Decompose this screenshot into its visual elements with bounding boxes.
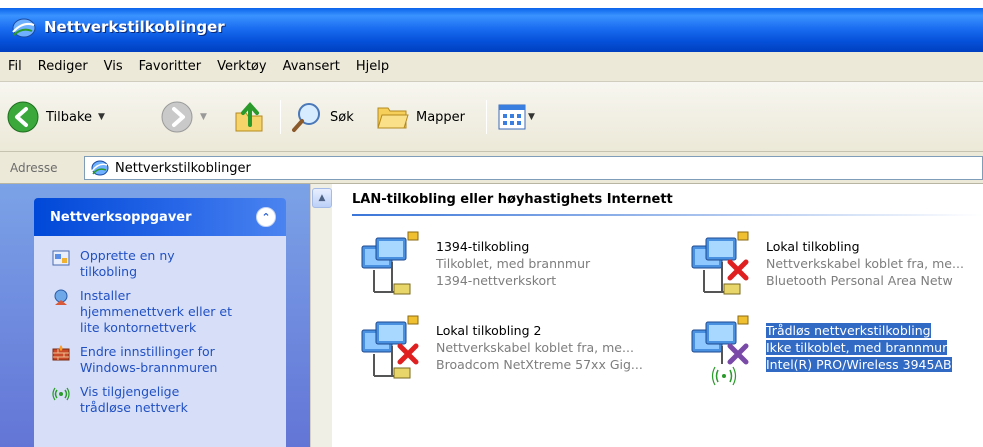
search-icon <box>292 103 320 132</box>
task-label-line: tilkobling <box>80 264 138 279</box>
search-label: Søk <box>330 109 354 125</box>
forward-button[interactable]: ▼ <box>160 97 207 137</box>
network-tasks-body: Opprette en ny tilkobling Installer hjem… <box>34 236 286 447</box>
back-dropdown-icon[interactable]: ▼ <box>98 112 105 122</box>
lan-connection-icon <box>361 231 419 295</box>
folders-icon <box>377 107 409 129</box>
views-icon <box>498 104 526 130</box>
connection-device: 1394-nettverkskort <box>436 273 557 288</box>
task-pane: Nettverksoppgaver ⌃ Opprette en ny tilko… <box>0 184 310 447</box>
connection-wireless[interactable]: Trådløs nettverkstilkobling Ikke tilkobl… <box>684 314 983 386</box>
network-tasks-title: Nettverksoppgaver <box>50 209 192 225</box>
address-label: Adresse <box>10 161 58 175</box>
task-view-wireless[interactable]: Vis tilgjengelige trådløse nettverk <box>34 384 286 416</box>
connection-device: Bluetooth Personal Area Netw <box>766 273 953 288</box>
scroll-up-arrow-icon[interactable]: ▲ <box>312 188 332 208</box>
connection-status: Tilkoblet, med brannmur <box>436 256 591 271</box>
network-connections-icon <box>91 160 109 176</box>
connection-text: Lokal tilkobling 2 Nettverkskabel koblet… <box>436 322 643 373</box>
menu-fil[interactable]: Fil <box>0 52 30 82</box>
forward-arrow-icon <box>161 101 193 133</box>
wireless-connection-icon <box>691 315 749 386</box>
connection-1394[interactable]: 1394-tilkobling Tilkoblet, med brannmur … <box>354 230 664 302</box>
task-home-network-label: Installer hjemmenettverk eller et lite k… <box>80 288 232 336</box>
toolbar-separator <box>280 100 281 134</box>
task-firewall-settings[interactable]: Endre innstillinger for Windows-brannmur… <box>34 344 286 376</box>
menu-hjelp[interactable]: Hjelp <box>348 52 397 82</box>
task-label-line: hjemmenettverk eller et <box>80 304 233 319</box>
group-divider <box>352 214 983 216</box>
address-input[interactable]: Nettverkstilkoblinger <box>84 156 983 180</box>
lan-disconnected-icon <box>361 315 419 379</box>
lan-disconnected-icon <box>691 231 749 295</box>
back-button[interactable]: Tilbake ▼ <box>6 97 105 137</box>
task-label-line: Windows-brannmuren <box>80 360 218 375</box>
address-bar: Adresse Nettverkstilkoblinger <box>0 152 983 184</box>
wireless-signal-icon <box>52 387 70 401</box>
task-create-connection[interactable]: Opprette en ny tilkobling <box>34 248 286 280</box>
connection-lokal[interactable]: Lokal tilkobling Nettverkskabel koblet f… <box>684 230 983 302</box>
views-button[interactable]: ▼ <box>498 97 535 137</box>
menu-verktoy[interactable]: Verktøy <box>209 52 275 82</box>
connection-name: Trådløs nettverkstilkobling <box>766 323 931 338</box>
connection-name: Lokal tilkobling 2 <box>436 323 542 338</box>
task-create-connection-label: Opprette en ny tilkobling <box>80 248 175 280</box>
task-label-line: Vis tilgjengelige <box>80 384 180 399</box>
title-bar[interactable]: Nettverkstilkoblinger <box>0 0 983 52</box>
menu-vis[interactable]: Vis <box>96 52 131 82</box>
window-title: Nettverkstilkoblinger <box>44 18 225 36</box>
connection-status: Ikke tilkoblet, med brannmur <box>766 340 948 355</box>
back-label: Tilbake <box>46 109 93 125</box>
connection-text: Lokal tilkobling Nettverkskabel koblet f… <box>766 238 964 289</box>
back-arrow-icon <box>7 101 39 133</box>
firewall-icon <box>52 345 70 361</box>
connection-lokal-2[interactable]: Lokal tilkobling 2 Nettverkskabel koblet… <box>354 314 684 386</box>
network-tasks-group: Nettverksoppgaver ⌃ Opprette en ny tilko… <box>34 198 286 447</box>
task-home-network[interactable]: Installer hjemmenettverk eller et lite k… <box>34 288 286 336</box>
toolbar-separator <box>486 100 487 134</box>
connection-device: Broadcom NetXtreme 57xx Gig... <box>436 357 643 372</box>
connection-text: 1394-tilkobling Tilkoblet, med brannmur … <box>436 238 590 289</box>
title-bar-top-edge <box>0 0 983 8</box>
task-label-line: lite kontornettverk <box>80 320 197 335</box>
menu-avansert[interactable]: Avansert <box>275 52 348 82</box>
connections-view: LAN-tilkobling eller høyhastighets Inter… <box>332 184 983 447</box>
connection-status: Nettverkskabel koblet fra, me... <box>766 256 964 271</box>
menu-rediger[interactable]: Rediger <box>30 52 96 82</box>
folders-label: Mapper <box>416 109 466 125</box>
task-firewall-settings-label: Endre innstillinger for Windows-brannmur… <box>80 344 217 376</box>
new-connection-icon <box>52 250 70 266</box>
task-label-line: trådløse nettverk <box>80 400 188 415</box>
group-title: LAN-tilkobling eller høyhastighets Inter… <box>352 192 673 207</box>
up-folder-button[interactable] <box>232 97 268 137</box>
vertical-scrollbar[interactable]: ▲ <box>310 184 332 447</box>
menu-bar: Fil Rediger Vis Favoritter Verktøy Avans… <box>0 52 983 82</box>
collapse-chevron-icon[interactable]: ⌃ <box>256 207 276 227</box>
connection-status: Nettverkskabel koblet fra, me... <box>436 340 634 355</box>
network-connections-icon <box>12 18 36 38</box>
menu-favoritter[interactable]: Favoritter <box>131 52 209 82</box>
search-button[interactable]: Søk <box>290 97 354 137</box>
folders-button[interactable]: Mapper <box>376 97 465 137</box>
address-value: Nettverkstilkoblinger <box>115 160 251 176</box>
connection-device: Intel(R) PRO/Wireless 3945AB <box>766 357 952 372</box>
task-label-line: Installer <box>80 288 131 303</box>
connection-name: Lokal tilkobling <box>766 239 860 254</box>
task-label-line: Endre innstillinger for <box>80 344 215 359</box>
up-folder-icon <box>235 101 263 132</box>
home-network-icon <box>54 289 68 305</box>
connection-text: Trådløs nettverkstilkobling Ikke tilkobl… <box>766 322 952 373</box>
toolbar: Tilbake ▼ ▼ Søk Mapper ▼ <box>0 82 983 152</box>
task-view-wireless-label: Vis tilgjengelige trådløse nettverk <box>80 384 188 416</box>
task-label-line: Opprette en ny <box>80 248 175 263</box>
forward-dropdown-icon[interactable]: ▼ <box>200 112 207 122</box>
views-dropdown-icon[interactable]: ▼ <box>528 112 535 122</box>
connection-name: 1394-tilkobling <box>436 239 530 254</box>
network-tasks-header[interactable]: Nettverksoppgaver ⌃ <box>34 198 286 236</box>
